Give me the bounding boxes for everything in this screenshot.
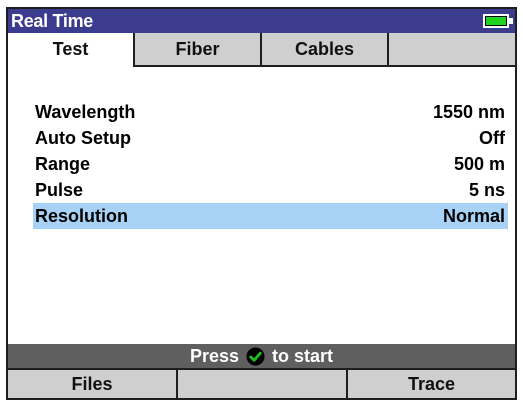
param-label: Pulse	[35, 179, 84, 200]
tab-fiber[interactable]: Fiber	[135, 33, 262, 65]
blank-softkey[interactable]	[178, 370, 348, 398]
status-bar: Press to start	[8, 344, 515, 368]
param-value: 1550 nm	[432, 101, 505, 122]
param-value: Normal	[442, 205, 505, 226]
param-value: 500 m	[453, 153, 505, 174]
param-label: Wavelength	[35, 101, 136, 122]
param-row-wavelength[interactable]: Wavelength 1550 nm	[33, 99, 508, 125]
tab-cables[interactable]: Cables	[262, 33, 389, 65]
battery-icon	[483, 14, 513, 28]
tab-empty-slot	[389, 33, 515, 65]
status-suffix: to start	[272, 346, 334, 366]
device-screen: Real Time Test Fiber Cables Wavelength 1…	[6, 7, 517, 400]
param-value: 5 ns	[468, 179, 505, 200]
param-label: Resolution	[35, 205, 128, 226]
param-label: Range	[35, 153, 91, 174]
param-row-pulse[interactable]: Pulse 5 ns	[33, 177, 508, 203]
files-softkey[interactable]: Files	[8, 370, 178, 398]
param-value: Off	[479, 127, 505, 148]
check-icon	[246, 347, 265, 366]
parameter-list: Wavelength 1550 nm Auto Setup Off Range …	[33, 99, 508, 229]
trace-softkey[interactable]: Trace	[348, 370, 515, 398]
param-row-auto-setup[interactable]: Auto Setup Off	[33, 125, 508, 151]
status-prefix: Press	[189, 346, 239, 366]
tab-bar: Test Fiber Cables	[8, 33, 515, 67]
param-row-resolution[interactable]: Resolution Normal	[33, 203, 508, 229]
test-settings-panel: Wavelength 1550 nm Auto Setup Off Range …	[8, 67, 515, 348]
battery-tip	[509, 18, 513, 24]
title-bar: Real Time	[8, 9, 515, 33]
window-title: Real Time	[11, 11, 94, 31]
softkey-bar: Files Trace	[8, 368, 515, 398]
param-row-range[interactable]: Range 500 m	[33, 151, 508, 177]
tab-test[interactable]: Test	[8, 33, 135, 67]
param-label: Auto Setup	[35, 127, 131, 148]
battery-fill	[486, 17, 506, 25]
